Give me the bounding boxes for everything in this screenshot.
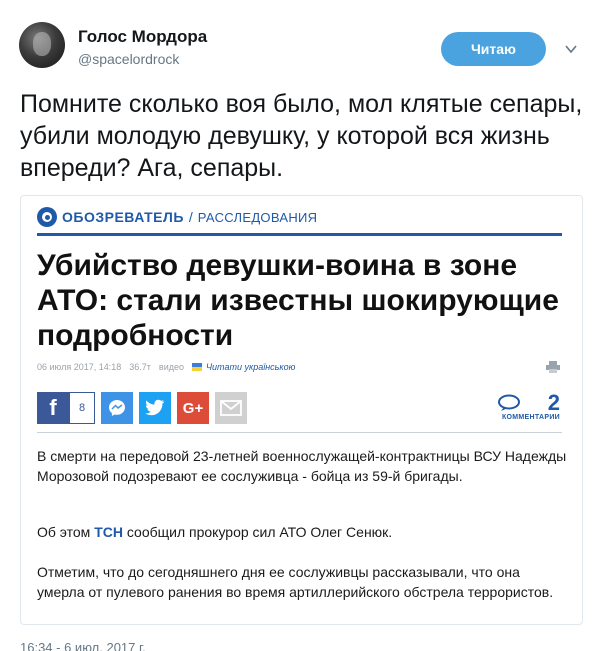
facebook-share: f 8 [37, 392, 95, 424]
google-plus-icon: G+ [177, 392, 209, 424]
facebook-count: 8 [69, 392, 95, 424]
logo-separator: / [188, 209, 193, 225]
comment-icon [498, 394, 520, 411]
header-rule [37, 233, 562, 236]
chevron-down-icon[interactable] [564, 42, 578, 56]
print-icon [546, 361, 560, 373]
tweet: Голос Мордора @spacelordrock Читаю Помни… [0, 0, 602, 651]
mail-icon [215, 392, 247, 424]
site-logo: ОБОЗРЕВАТЕЛЬ / РАССЛЕДОВАНИЯ [37, 206, 317, 228]
translate-link: Читати українською [205, 362, 296, 372]
follow-button[interactable]: Читаю [441, 32, 546, 66]
comments-label: КОММЕНТАРИИ [501, 414, 560, 421]
divider [37, 432, 562, 433]
article-headline: Убийство девушки-воина в зоне АТО: стали… [37, 249, 559, 352]
logo-icon [37, 207, 57, 227]
tweet-text: Помните сколько воя было, мол клятые сеп… [20, 90, 583, 182]
user-name[interactable]: Голос Мордора [78, 27, 207, 47]
embedded-image[interactable]: ОБОЗРЕВАТЕЛЬ / РАССЛЕДОВАНИЯ Убийство де… [20, 195, 583, 625]
section-name: РАССЛЕДОВАНИЯ [197, 209, 318, 225]
ukraine-flag-icon [191, 363, 202, 371]
avatar[interactable] [19, 22, 65, 68]
user-handle[interactable]: @spacelordrock [78, 51, 179, 67]
messenger-icon [101, 392, 133, 424]
paragraph-text: Об этом [37, 524, 95, 540]
view-count: 36.7т [129, 362, 151, 372]
twitter-icon [139, 392, 171, 424]
article-meta: 06 июля 2017, 14:18 36.7т видео Читати у… [37, 360, 562, 374]
article-paragraph: Об этом ТСН сообщил прокурор сил АТО Оле… [37, 522, 567, 542]
tsn-link: ТСН [94, 524, 123, 540]
article-paragraph: Отметим, что до сегодняшнего дня ее сосл… [37, 564, 554, 600]
video-label: видео [158, 362, 184, 372]
tweet-timestamp[interactable]: 16:34 - 6 июл. 2017 г. [20, 640, 146, 651]
share-buttons: f 8 G+ [37, 392, 253, 424]
comments-counter: 2 КОММЕНТАРИИ [492, 392, 560, 426]
logo-text: ОБОЗРЕВАТЕЛЬ [62, 209, 184, 225]
article-paragraph: В смерти на передовой 23-летней военносл… [37, 448, 567, 484]
paragraph-text: сообщил прокурор сил АТО Олег Сенюк. [122, 524, 393, 540]
facebook-icon: f [49, 395, 57, 420]
article-date: 06 июля 2017, 14:18 [37, 362, 122, 372]
